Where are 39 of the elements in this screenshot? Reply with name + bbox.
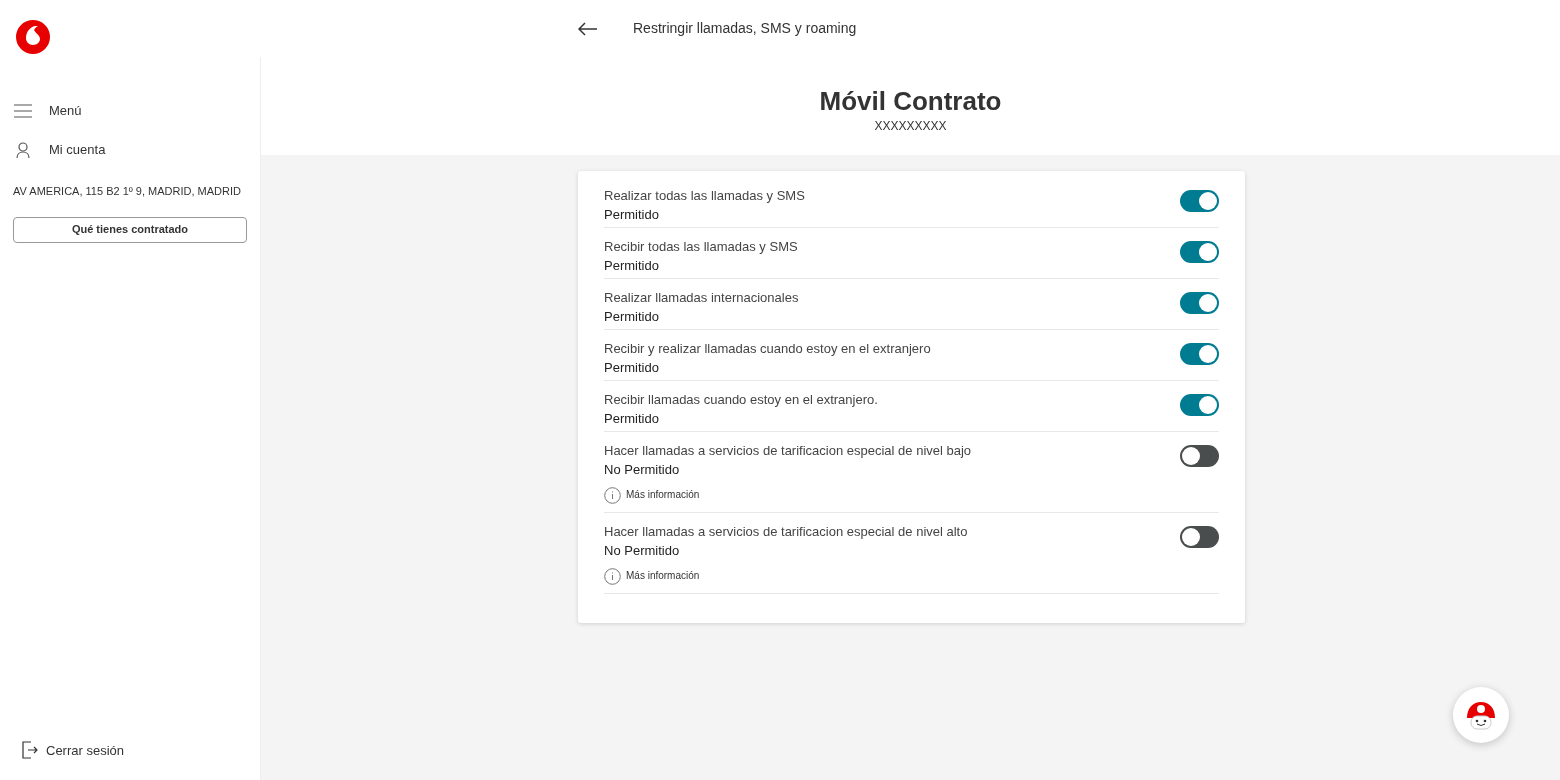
address-text: AV AMERICA, 115 B2 1º 9, MADRID, MADRID <box>12 184 242 199</box>
setting-label: Hacer llamadas a servicios de tarificacion especial de nivel alto <box>604 523 969 541</box>
product-title: Móvil Contrato <box>819 85 1002 117</box>
setting-status: Permitido <box>604 410 660 428</box>
info-icon <box>604 486 621 504</box>
toggle-switch[interactable] <box>1180 241 1219 263</box>
setting-status: No Permitido <box>604 542 681 560</box>
toggle-switch[interactable] <box>1180 343 1219 365</box>
sidebar-item[interactable]: Mi cuenta <box>0 130 260 169</box>
contract-button[interactable]: Qué tienes contratado <box>13 216 247 243</box>
setting-status: Permitido <box>604 308 660 326</box>
phone-number: XXXXXXXXX <box>874 118 947 135</box>
page-title: Restringir llamadas, SMS y roaming <box>633 19 857 38</box>
assistant-icon <box>1464 700 1498 730</box>
setting-label: Realizar todas las llamadas y SMS <box>604 187 806 205</box>
setting-label: Hacer llamadas a servicios de tarificacion especial de nivel bajo <box>604 442 973 460</box>
setting-status: Permitido <box>604 206 660 224</box>
setting-label: Realizar llamadas internacionales <box>604 289 800 307</box>
logo-icon[interactable] <box>16 19 50 54</box>
toggle-switch[interactable] <box>1180 445 1219 467</box>
chat-assistant-button[interactable] <box>1453 687 1509 743</box>
setting-label: Recibir llamadas cuando estoy en el extranjero. <box>604 391 879 409</box>
logout-button[interactable]: Cerrar sesión <box>0 740 260 760</box>
toggle-switch[interactable] <box>1180 292 1219 314</box>
setting-label: Recibir y realizar llamadas cuando estoy en el extranjero <box>604 340 932 358</box>
more-info-link[interactable]: Más información <box>604 486 700 504</box>
user-icon <box>16 141 30 158</box>
setting-status: No Permitido <box>604 461 681 479</box>
info-icon <box>604 567 621 585</box>
more-info-link[interactable]: Más información <box>604 567 700 585</box>
sidebar-item[interactable]: Menú <box>0 91 260 130</box>
setting-label: Recibir todas las llamadas y SMS <box>604 238 799 256</box>
toggle-switch[interactable] <box>1180 526 1219 548</box>
setting-status: Permitido <box>604 257 660 275</box>
toggle-switch[interactable] <box>1180 190 1219 212</box>
setting-status: Permitido <box>604 359 660 377</box>
toggle-switch[interactable] <box>1180 394 1219 416</box>
menu-icon <box>14 103 32 118</box>
logout-icon <box>22 741 38 760</box>
